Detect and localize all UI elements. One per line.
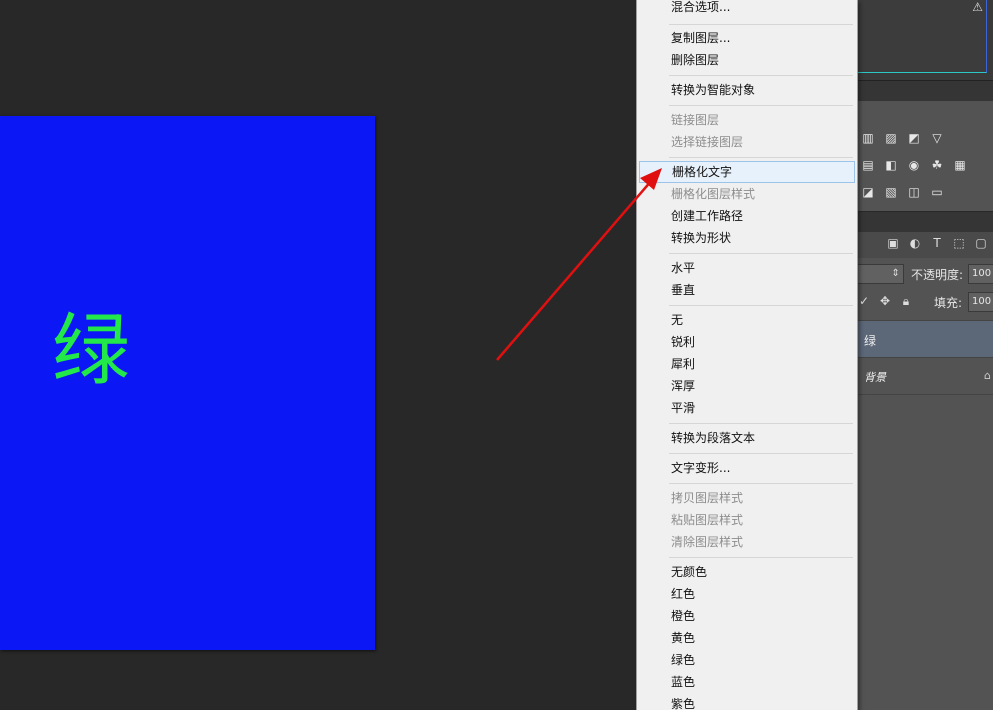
menu-separator: [669, 253, 853, 254]
menu-item-rasterize-type[interactable]: 栅格化文字: [639, 161, 855, 183]
image-filter-icon[interactable]: ▣: [886, 236, 900, 250]
menu-separator: [669, 75, 853, 76]
menu-item-copy-layer-style: 拷贝图层样式: [671, 491, 744, 505]
panel-divider: [856, 81, 993, 101]
histogram-panel: ⚠: [856, 0, 993, 81]
menu-item-color-red[interactable]: 红色: [639, 584, 855, 606]
layer-context-menu: 混合选项... 复制图层... 删除图层 转换为智能对象 链接图层 选择链接图层…: [636, 0, 858, 710]
menu-item-convert-smart-object[interactable]: 转换为智能对象: [639, 80, 855, 102]
menu-item-antialias-none[interactable]: 无: [639, 310, 855, 332]
layer-name: 背景: [864, 371, 886, 384]
shape-filter-icon[interactable]: ⬚: [952, 236, 966, 250]
photo-filter-icon[interactable]: ◉: [906, 158, 922, 172]
menu-item-duplicate-layer[interactable]: 复制图层...: [639, 28, 855, 50]
menu-item-antialias-smooth[interactable]: 平滑: [639, 398, 855, 420]
layer-name: 绿: [864, 334, 877, 348]
menu-item-horizontal[interactable]: 水平: [639, 258, 855, 280]
menu-item-color-green[interactable]: 绿色: [639, 650, 855, 672]
opacity-input[interactable]: 100: [968, 264, 993, 284]
layer-row-background[interactable]: 背景 ⌂: [856, 358, 993, 395]
layers-panel: ▣ ◐ T ⬚ ▢ ⇕ 不透明度: 100 ✓ ✥ 🔒︎ 填充: 100 绿 背…: [856, 232, 993, 710]
menu-separator: [669, 157, 853, 158]
curves-icon[interactable]: ▨: [883, 131, 899, 145]
blend-mode-select[interactable]: ⇕: [856, 264, 904, 284]
lock-position-icon[interactable]: ✥: [879, 294, 891, 309]
menu-separator: [669, 483, 853, 484]
lock-icon: ⌂: [984, 369, 991, 382]
color-balance-icon[interactable]: ◧: [883, 158, 899, 172]
canvas-text-layer[interactable]: 绿: [52, 312, 130, 390]
menu-separator: [669, 24, 853, 25]
menu-item-antialias-crisp[interactable]: 犀利: [639, 354, 855, 376]
menu-item-paste-layer-style: 粘贴图层样式: [671, 513, 744, 527]
hue-saturation-icon[interactable]: ▤: [860, 158, 876, 172]
menu-separator: [669, 423, 853, 424]
document-canvas[interactable]: 绿: [0, 116, 375, 650]
menu-item-create-work-path[interactable]: 创建工作路径: [639, 206, 855, 228]
menu-separator: [669, 305, 853, 306]
invert-icon[interactable]: ◪: [860, 185, 876, 199]
menu-item-antialias-sharp[interactable]: 锐利: [639, 332, 855, 354]
levels-icon[interactable]: ▥: [860, 131, 876, 145]
menu-item-select-linked-layers: 选择链接图层: [671, 135, 744, 149]
panel-divider: [856, 212, 993, 232]
menu-item-blending-options[interactable]: 混合选项...: [639, 0, 855, 19]
menu-item-convert-to-shape[interactable]: 转换为形状: [639, 228, 855, 250]
smart-object-filter-icon[interactable]: ▢: [974, 236, 988, 250]
menu-item-delete-layer[interactable]: 删除图层: [639, 50, 855, 72]
menu-separator: [669, 453, 853, 454]
lock-pixels-icon[interactable]: ✓: [858, 294, 870, 309]
layer-row-text[interactable]: 绿: [856, 320, 993, 358]
menu-separator: [669, 557, 853, 558]
histogram-graph: [858, 0, 987, 73]
menu-item-antialias-strong[interactable]: 浑厚: [639, 376, 855, 398]
menu-item-color-yellow[interactable]: 黄色: [639, 628, 855, 650]
fill-input[interactable]: 100: [968, 292, 993, 312]
adjustments-panel: ▥ ▨ ◩ ▽ ▤ ◧ ◉ ☘ ▦ ◪ ▧ ◫ ▭: [856, 101, 993, 211]
opacity-label: 不透明度:: [911, 268, 964, 282]
menu-item-convert-paragraph-text[interactable]: 转换为段落文本: [639, 428, 855, 450]
menu-item-link-layers: 链接图层: [671, 113, 720, 127]
menu-item-color-none[interactable]: 无颜色: [639, 562, 855, 584]
menu-item-color-violet[interactable]: 紫色: [639, 694, 855, 710]
lock-all-icon[interactable]: 🔒︎: [900, 294, 912, 309]
vibrance-icon[interactable]: ▽: [929, 131, 945, 145]
type-filter-icon[interactable]: T: [930, 236, 944, 250]
menu-item-color-blue[interactable]: 蓝色: [639, 672, 855, 694]
adjustment-filter-icon[interactable]: ◐: [908, 236, 922, 250]
gradient-map-icon[interactable]: ▭: [929, 185, 945, 199]
menu-separator: [669, 105, 853, 106]
menu-item-color-orange[interactable]: 橙色: [639, 606, 855, 628]
fill-label: 填充:: [934, 296, 963, 310]
threshold-icon[interactable]: ◫: [906, 185, 922, 199]
menu-item-vertical[interactable]: 垂直: [639, 280, 855, 302]
menu-item-rasterize-layer-style: 栅格化图层样式: [671, 187, 756, 201]
exposure-icon[interactable]: ◩: [906, 131, 922, 145]
menu-item-clear-layer-style: 清除图层样式: [671, 535, 744, 549]
warning-icon[interactable]: ⚠: [972, 0, 983, 14]
color-lookup-icon[interactable]: ▦: [952, 158, 968, 172]
posterize-icon[interactable]: ▧: [883, 185, 899, 199]
layer-filter-bar: ▣ ◐ T ⬚ ▢: [856, 232, 993, 258]
menu-item-warp-text[interactable]: 文字变形...: [639, 458, 855, 480]
channel-mixer-icon[interactable]: ☘: [929, 158, 945, 172]
